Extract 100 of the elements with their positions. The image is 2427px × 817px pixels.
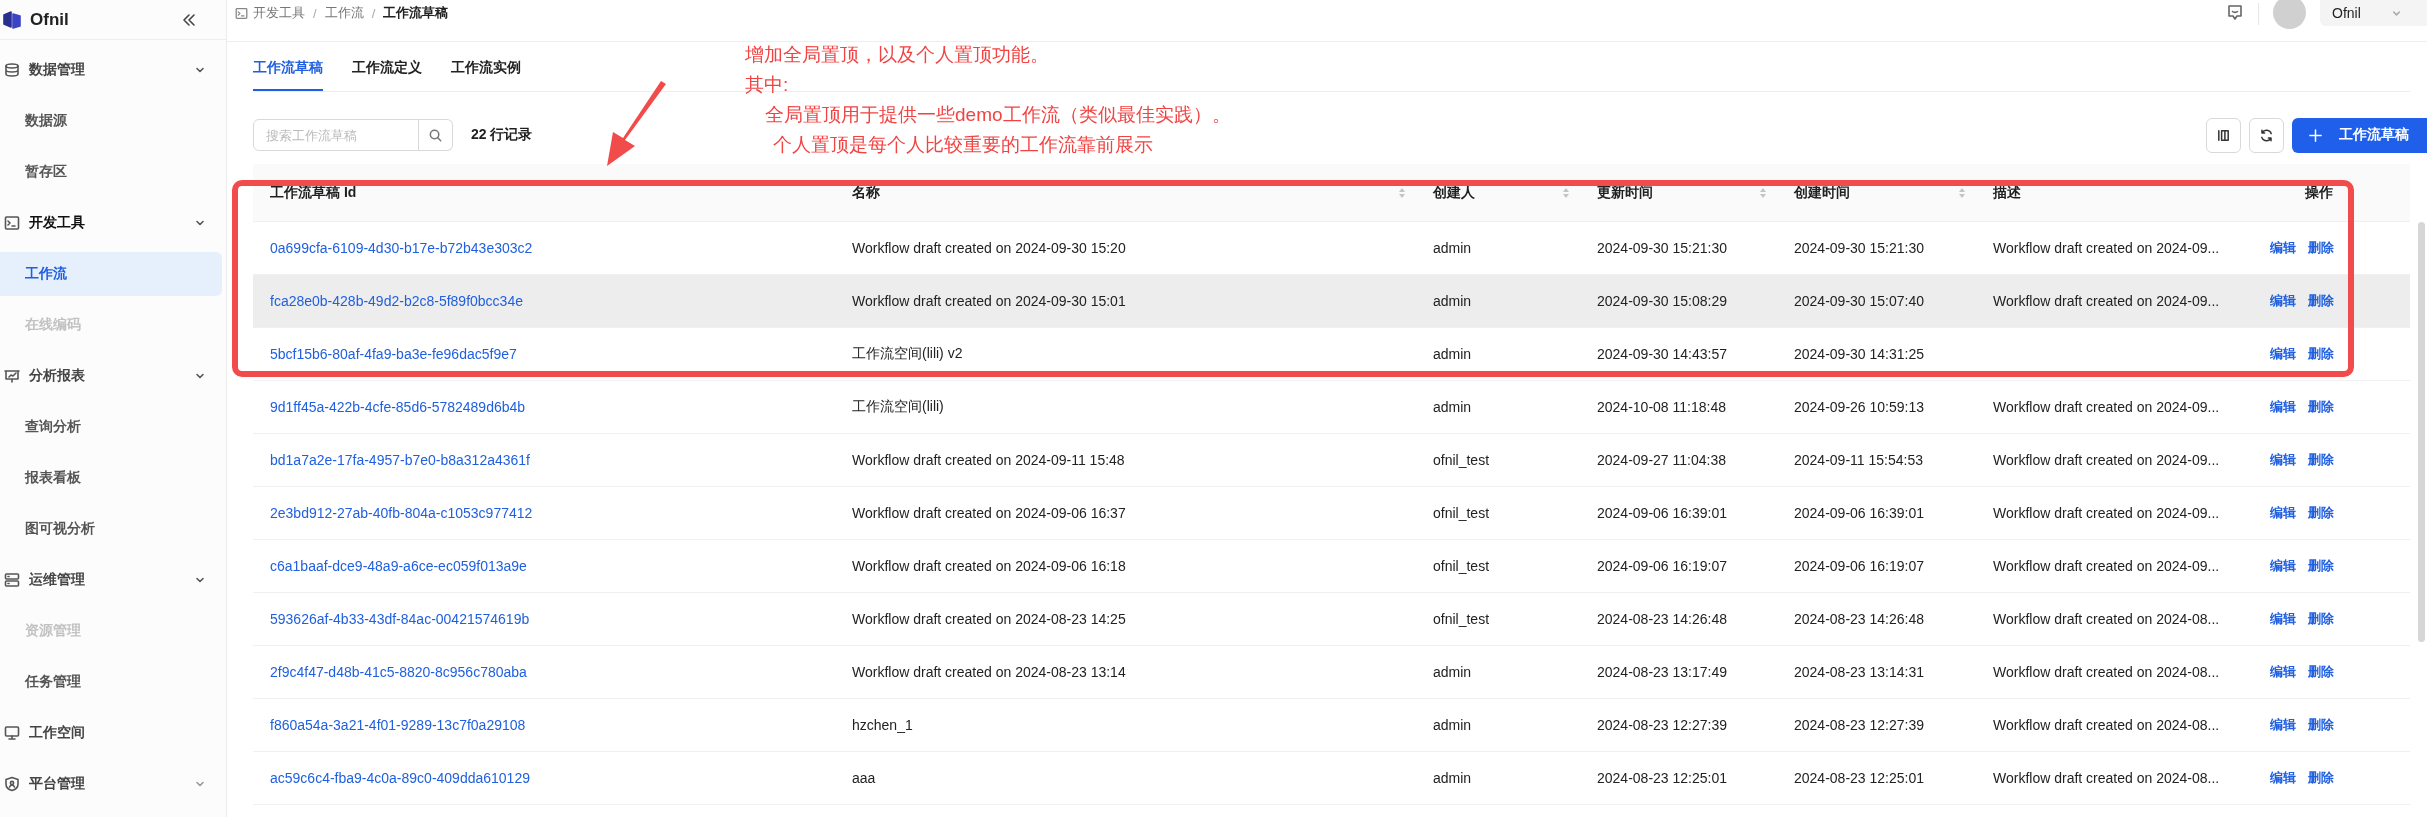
column-header[interactable]: 创建人: [1433, 183, 1475, 202]
delete-link[interactable]: 删除: [2308, 557, 2334, 575]
edit-link[interactable]: 编辑: [2270, 398, 2296, 416]
edit-link[interactable]: 编辑: [2270, 239, 2296, 257]
sidebar-item[interactable]: 暂存区: [0, 150, 222, 194]
collapse-icon[interactable]: [182, 12, 196, 27]
draft-id-link[interactable]: fca28e0b-428b-49d2-b2c8-5f89f0bcc34e: [270, 293, 523, 309]
delete-link[interactable]: 删除: [2308, 292, 2334, 310]
table-row[interactable]: 593626af-4b33-43df-84ac-00421574619b Workflow draft created on 2024-08-23 14:25 ofnil_test 2024-08-23 14:26:48 2024-08-23 14:26:48 Workflow draft created on 2024-08... 编辑 删除: [253, 593, 2410, 646]
sidebar-item[interactable]: 任务管理: [0, 660, 222, 704]
table-cell: Workflow draft created on 2024-08...: [1993, 770, 2220, 786]
table-cell: 2024-09-27 11:04:38: [1597, 452, 1726, 468]
column-settings-button[interactable]: [2206, 117, 2241, 153]
table-cell: Workflow draft created on 2024-08...: [1993, 664, 2220, 680]
delete-link[interactable]: 删除: [2308, 663, 2334, 681]
search-field[interactable]: 搜索工作流草稿: [253, 119, 419, 151]
sidebar-item[interactable]: 数据源: [0, 99, 222, 143]
table-cell: 2024-10-08 11:18:48: [1597, 399, 1726, 415]
delete-link[interactable]: 删除: [2308, 239, 2334, 257]
draft-id-link[interactable]: 2f9c4f47-d48b-41c5-8820-8c956c780aba: [270, 664, 527, 680]
sidebar-item[interactable]: 查询分析: [0, 405, 222, 449]
table-row[interactable]: 2e3bd912-27ab-40fb-804a-c1053c977412 Workflow draft created on 2024-09-06 16:37 ofnil_test 2024-09-06 16:39:01 2024-09-06 16:39:01 Workflow draft created on 2024-09... 编辑 删除: [253, 487, 2410, 540]
table-cell: 2024-09-30 15:08:29: [1597, 293, 1727, 309]
table-row[interactable]: bd1a7a2e-17fa-4957-b7e0-b8a312a4361f Workflow draft created on 2024-09-11 15:48 ofnil_test 2024-09-27 11:04:38 2024-09-11 15:54:53 Workflow draft created on 2024-09... 编辑 删除: [253, 434, 2410, 487]
table-cell: ofnil_test: [1433, 452, 1490, 468]
scrollbar[interactable]: [2418, 222, 2425, 642]
table-cell: Workflow draft created on 2024-08...: [1993, 717, 2220, 733]
draft-id-link[interactable]: f860a54a-3a21-4f01-9289-13c7f0a29108: [270, 717, 526, 733]
delete-link[interactable]: 删除: [2308, 769, 2334, 787]
column-header[interactable]: 创建时间: [1794, 183, 1850, 202]
draft-id-link[interactable]: 593626af-4b33-43df-84ac-00421574619b: [270, 611, 530, 627]
delete-link[interactable]: 删除: [2308, 398, 2334, 416]
new-draft-button[interactable]: 工作流草稿: [2292, 117, 2427, 153]
edit-link[interactable]: 编辑: [2270, 557, 2296, 575]
table-row[interactable]: fca28e0b-428b-49d2-b2c8-5f89f0bcc34e Workflow draft created on 2024-09-30 15:01 admin 2024-09-30 15:08:29 2024-09-30 15:07:40 Workflow draft created on 2024-09... 编辑 删除: [253, 275, 2410, 328]
column-header[interactable]: 更新时间: [1597, 183, 1653, 202]
table-row[interactable]: 2f9c4f47-d48b-41c5-8820-8c956c780aba Workflow draft created on 2024-08-23 13:14 admin 2024-08-23 13:17:49 2024-08-23 13:14:31 Workflow draft created on 2024-08... 编辑 删除: [253, 646, 2410, 699]
delete-link[interactable]: 删除: [2308, 716, 2334, 734]
table-row[interactable]: ac59c6c4-fba9-4c0a-89c0-409dda610129 aaa admin 2024-08-23 12:25:01 2024-08-23 12:25:01 Workflow draft created on 2024-08... 编辑 删除: [253, 752, 2410, 805]
delete-link[interactable]: 删除: [2308, 345, 2334, 363]
monitor-icon: [4, 725, 20, 741]
table-cell: ofnil_test: [1433, 505, 1490, 521]
draft-id-link[interactable]: bd1a7a2e-17fa-4957-b7e0-b8a312a4361f: [270, 452, 530, 468]
table-cell: 2024-09-06 16:39:01: [1794, 505, 1924, 521]
sort-icon[interactable]: [1958, 186, 1966, 199]
edit-link[interactable]: 编辑: [2270, 292, 2296, 310]
draft-id-link[interactable]: c6a1baaf-dce9-48a9-a6ce-ec059f013a9e: [270, 558, 527, 574]
draft-id-link[interactable]: ac59c6c4-fba9-4c0a-89c0-409dda610129: [270, 770, 530, 786]
breadcrumb-item[interactable]: 开发工具: [253, 4, 305, 22]
refresh-button[interactable]: [2249, 117, 2284, 153]
table-row[interactable]: c6a1baaf-dce9-48a9-a6ce-ec059f013a9e Workflow draft created on 2024-09-06 16:18 ofnil_test 2024-09-06 16:19:07 2024-09-06 16:19:07 Workflow draft created on 2024-09... 编辑 删除: [253, 540, 2410, 593]
table-cell: Workflow draft created on 2024-09...: [1993, 399, 2220, 415]
chat-icon[interactable]: [2226, 4, 2244, 22]
table-cell: Workflow draft created on 2024-09...: [1993, 452, 2220, 468]
search-button[interactable]: [419, 119, 453, 151]
sidebar-group[interactable]: 开发工具: [0, 201, 226, 245]
table-row[interactable]: 9d1ff45a-422b-4cfe-85d6-5782489d6b4b 工作流空间(lili) admin 2024-10-08 11:18:48 2024-09-26 10:59:13 Workflow draft created on 2024-09... 编辑 删除: [253, 381, 2410, 434]
table-row[interactable]: f860a54a-3a21-4f01-9289-13c7f0a29108 hzchen_1 admin 2024-08-23 12:27:39 2024-08-23 12:27:39 Workflow draft created on 2024-08... 编辑 删除: [253, 699, 2410, 752]
draft-id-link[interactable]: 5bcf15b6-80af-4fa9-ba3e-fe96dac5f9e7: [270, 346, 517, 362]
sidebar-group[interactable]: 运维管理: [0, 558, 226, 602]
table-cell: aaa: [852, 770, 876, 786]
delete-link[interactable]: 删除: [2308, 610, 2334, 628]
sidebar-item[interactable]: 图可视分析: [0, 507, 222, 551]
edit-link[interactable]: 编辑: [2270, 451, 2296, 469]
avatar[interactable]: [2273, 0, 2306, 29]
edit-link[interactable]: 编辑: [2270, 769, 2296, 787]
draft-id-link[interactable]: 2e3bd912-27ab-40fb-804a-c1053c977412: [270, 505, 533, 521]
edit-link[interactable]: 编辑: [2270, 345, 2296, 363]
edit-link[interactable]: 编辑: [2270, 610, 2296, 628]
sidebar-group[interactable]: 分析报表: [0, 354, 226, 398]
column-header: 操作: [2305, 183, 2333, 202]
columns-icon: [2216, 127, 2231, 143]
column-header[interactable]: 名称: [852, 183, 880, 202]
sidebar-item[interactable]: 报表看板: [0, 456, 222, 500]
table-cell: Workflow draft created on 2024-09-30 15:01: [852, 293, 1126, 309]
column-header: 工作流草稿 Id: [270, 183, 357, 202]
sidebar-group[interactable]: 数据管理: [0, 48, 226, 92]
tab[interactable]: 工作流定义: [352, 42, 422, 91]
table-row[interactable]: 5bcf15b6-80af-4fa9-ba3e-fe96dac5f9e7 工作流空间(lili) v2 admin 2024-09-30 14:43:57 2024-09-30 14:31:25 编辑 删除: [253, 328, 2410, 381]
sidebar-group[interactable]: 工作空间: [0, 711, 226, 755]
sidebar-group[interactable]: 平台管理: [0, 762, 226, 806]
table-cell: 2024-09-11 15:54:53: [1794, 452, 1923, 468]
tab[interactable]: 工作流草稿: [253, 42, 323, 91]
delete-link[interactable]: 删除: [2308, 504, 2334, 522]
sidebar-item[interactable]: 工作流: [0, 252, 222, 296]
table-cell: Workflow draft created on 2024-09-11 15:48: [852, 452, 1125, 468]
tab[interactable]: 工作流实例: [451, 42, 521, 91]
table-cell: admin: [1433, 717, 1472, 733]
draft-id-link[interactable]: 9d1ff45a-422b-4cfe-85d6-5782489d6b4b: [270, 399, 526, 415]
draft-id-link[interactable]: 0a699cfa-6109-4d30-b17e-b72b43e303c2: [270, 240, 533, 256]
delete-link[interactable]: 删除: [2308, 451, 2334, 469]
breadcrumb-item[interactable]: 工作流: [324, 4, 364, 22]
breadcrumb-separator: /: [371, 5, 376, 21]
edit-link[interactable]: 编辑: [2270, 716, 2296, 734]
sort-icon[interactable]: [1562, 186, 1570, 199]
edit-link[interactable]: 编辑: [2270, 663, 2296, 681]
sort-icon[interactable]: [1759, 186, 1767, 199]
user-dropdown[interactable]: Ofnil: [2320, 0, 2427, 26]
edit-link[interactable]: 编辑: [2270, 504, 2296, 522]
sort-icon[interactable]: [1398, 186, 1406, 199]
